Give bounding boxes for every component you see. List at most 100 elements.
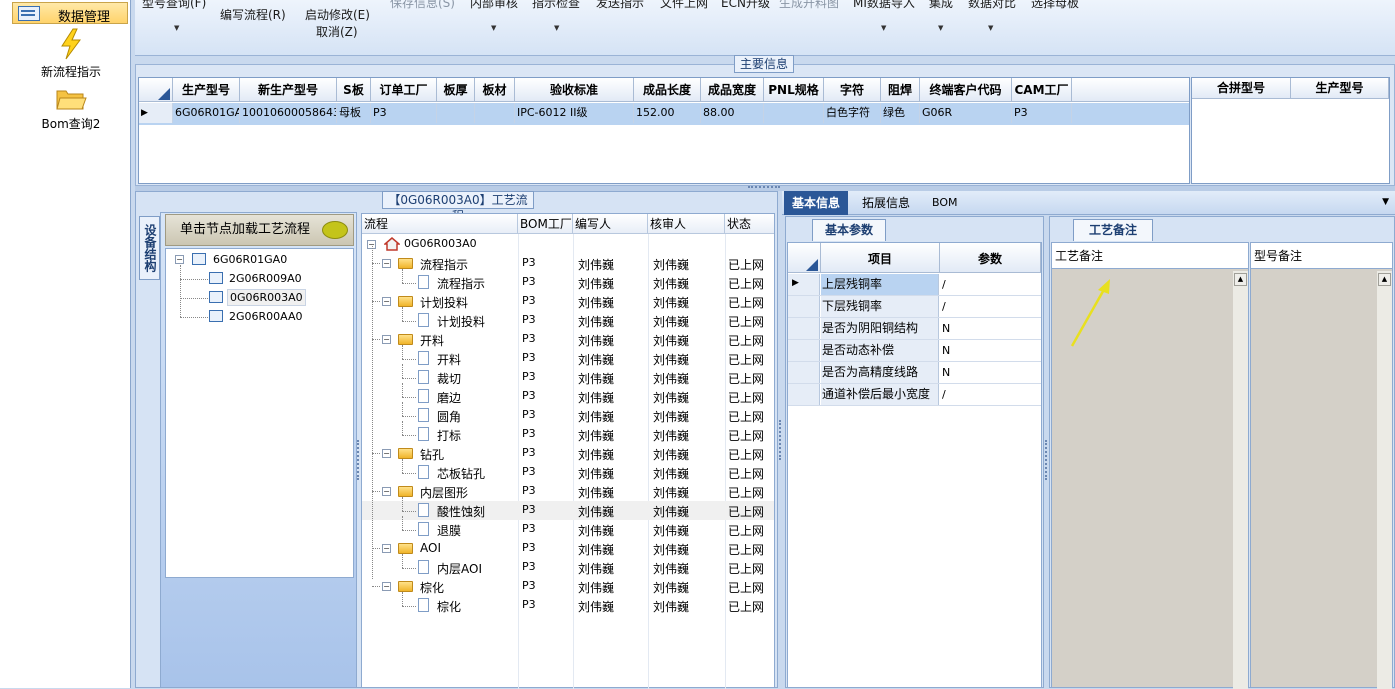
col-header[interactable]: 成品长度 bbox=[634, 78, 701, 102]
param-row[interactable]: 是否为高精度线路 N bbox=[788, 362, 1041, 384]
table-cell[interactable]: G06R bbox=[920, 103, 1012, 123]
toolbar-integrate[interactable]: 集成 bbox=[929, 0, 953, 11]
scroll-up-icon[interactable]: ▲ bbox=[1378, 273, 1391, 286]
collapse-icon[interactable]: − bbox=[175, 255, 184, 264]
col-header[interactable]: S板 bbox=[337, 78, 371, 102]
table-cell[interactable]: 152.00 bbox=[634, 103, 701, 123]
flow-row[interactable]: 计划投料 P3 刘伟巍 刘伟巍 已上网 bbox=[362, 307, 774, 330]
table-cell[interactable] bbox=[475, 103, 515, 123]
table-cell[interactable]: 白色字符 bbox=[824, 103, 881, 123]
col-header[interactable]: 参数 bbox=[940, 243, 1041, 273]
flow-row[interactable]: 圆角 P3 刘伟巍 刘伟巍 已上网 bbox=[362, 402, 774, 425]
flow-row[interactable]: − 棕化 P3 刘伟巍 刘伟巍 已上网 bbox=[362, 577, 774, 596]
col-header[interactable]: 编写人 bbox=[573, 214, 648, 234]
flow-row[interactable]: 裁切 P3 刘伟巍 刘伟巍 已上网 bbox=[362, 364, 774, 387]
table-cell[interactable]: P3 bbox=[1012, 103, 1072, 123]
param-row[interactable]: 通道补偿后最小宽度 / bbox=[788, 384, 1041, 406]
scroll-up-icon[interactable]: ▲ bbox=[1234, 273, 1247, 286]
col-header[interactable]: 板材 bbox=[475, 78, 515, 102]
col-header[interactable]: 板厚 bbox=[437, 78, 475, 102]
param-value[interactable]: N bbox=[940, 340, 950, 361]
toolbar-write-flow[interactable]: 编写流程(R) bbox=[220, 6, 286, 23]
param-value[interactable]: / bbox=[940, 274, 946, 295]
col-header[interactable]: 生产型号 bbox=[1291, 78, 1389, 99]
scrollbar[interactable]: ▲ bbox=[1377, 271, 1392, 689]
table-cell[interactable] bbox=[437, 103, 475, 123]
tab-extended-info[interactable]: 拓展信息 bbox=[854, 191, 918, 215]
vertical-tab-structure[interactable]: 设备结构 bbox=[139, 216, 160, 280]
flow-row[interactable]: 打标 P3 刘伟巍 刘伟巍 已上网 bbox=[362, 421, 774, 444]
table-row[interactable]: ▶ 6G06R01GA0 10010600058643 母板 P3 IPC-60… bbox=[139, 103, 1189, 125]
nav-item-bom-query[interactable]: Bom查询2 bbox=[14, 86, 128, 132]
col-header[interactable]: 成品宽度 bbox=[701, 78, 764, 102]
toolbar-data-compare[interactable]: 数据对比 bbox=[968, 0, 1016, 11]
table-cell[interactable]: IPC-6012 II级 bbox=[515, 103, 634, 123]
col-header[interactable]: 生产型号 bbox=[173, 78, 240, 102]
flow-row[interactable]: − 内层图形 P3 刘伟巍 刘伟巍 已上网 bbox=[362, 482, 774, 501]
table-cell[interactable]: 绿色 bbox=[881, 103, 920, 123]
col-header[interactable]: 项目 bbox=[821, 243, 940, 273]
scrollbar[interactable]: ▲ bbox=[1233, 271, 1248, 689]
table-cell[interactable]: 6G06R01GA0 bbox=[173, 103, 240, 123]
flow-row[interactable]: 流程指示 P3 刘伟巍 刘伟巍 已上网 bbox=[362, 269, 774, 292]
toolbar-file-online[interactable]: 文件上网 bbox=[660, 0, 708, 11]
flow-row[interactable]: − 钻孔 P3 刘伟巍 刘伟巍 已上网 bbox=[362, 444, 774, 463]
col-header[interactable]: 流程 bbox=[362, 214, 518, 234]
flow-row[interactable]: − 开料 P3 刘伟巍 刘伟巍 已上网 bbox=[362, 330, 774, 349]
toolbar-cutting-chart[interactable]: 生成开料图 bbox=[779, 0, 839, 11]
toolbar-ecn-upgrade[interactable]: ECN升级 bbox=[721, 0, 770, 11]
col-header[interactable]: 阻焊 bbox=[881, 78, 920, 102]
col-header[interactable]: BOM工厂 bbox=[518, 214, 573, 234]
collapse-icon[interactable]: − bbox=[382, 544, 391, 553]
param-row[interactable]: 下层残铜率 / bbox=[788, 296, 1041, 318]
collapse-icon[interactable]: − bbox=[382, 449, 391, 458]
chevron-down-icon[interactable]: ▼ bbox=[881, 24, 886, 32]
col-header[interactable]: 合拼型号 bbox=[1192, 78, 1291, 99]
collapse-icon[interactable]: − bbox=[382, 259, 391, 268]
tree-node-child[interactable]: 2G06R009A0 bbox=[229, 272, 302, 285]
table-cell[interactable]: 88.00 bbox=[701, 103, 764, 123]
flow-row[interactable]: 磨边 P3 刘伟巍 刘伟巍 已上网 bbox=[362, 383, 774, 406]
tree-node-child-selected[interactable]: 0G06R003A0 bbox=[227, 289, 306, 306]
tree-node-root[interactable]: 6G06R01GA0 bbox=[213, 253, 287, 266]
toolbar-instruction-check[interactable]: 指示检查 bbox=[532, 0, 580, 11]
toolbar-mi-import[interactable]: MI数据导入 bbox=[853, 0, 915, 11]
table-cell[interactable]: P3 bbox=[371, 103, 437, 123]
flow-row[interactable]: 退膜 P3 刘伟巍 刘伟巍 已上网 bbox=[362, 516, 774, 539]
model-remark-box[interactable]: 型号备注 ▲ bbox=[1250, 242, 1393, 689]
col-header[interactable]: 验收标准 bbox=[515, 78, 634, 102]
param-value[interactable]: / bbox=[940, 384, 946, 405]
param-row[interactable]: 是否动态补偿 N bbox=[788, 340, 1041, 362]
flow-root-row[interactable]: − 0G06R003A0 bbox=[362, 235, 774, 254]
nav-header-data-management[interactable]: 数据管理 bbox=[12, 2, 128, 25]
col-header[interactable]: PNL规格 bbox=[764, 78, 824, 102]
table-cell[interactable]: 10010600058643 bbox=[240, 103, 337, 123]
basic-params-tab[interactable]: 基本参数 bbox=[812, 219, 886, 241]
nav-item-new-flow[interactable]: 新流程指示 bbox=[14, 28, 128, 80]
collapse-icon[interactable]: − bbox=[382, 582, 391, 591]
toolbar-model-query[interactable]: 型号查询(F) bbox=[142, 0, 206, 11]
toolbar-save-info[interactable]: 保存信息(S) bbox=[390, 0, 455, 11]
splitter-grip-icon[interactable] bbox=[748, 186, 780, 189]
collapse-icon[interactable]: − bbox=[382, 297, 391, 306]
flow-row[interactable]: − 计划投料 P3 刘伟巍 刘伟巍 已上网 bbox=[362, 292, 774, 311]
param-value[interactable]: N bbox=[940, 362, 950, 383]
table-cell[interactable]: 母板 bbox=[337, 103, 371, 123]
splitter-grip-icon[interactable] bbox=[779, 420, 783, 460]
param-row[interactable]: ▶ 上层残铜率 / bbox=[788, 274, 1041, 296]
collapse-icon[interactable]: − bbox=[382, 487, 391, 496]
chevron-down-icon[interactable]: ▼ bbox=[554, 24, 559, 32]
col-header[interactable]: 新生产型号 bbox=[240, 78, 337, 102]
flow-row[interactable]: 棕化 P3 刘伟巍 刘伟巍 已上网 bbox=[362, 592, 774, 615]
table-cell[interactable] bbox=[764, 103, 824, 123]
chevron-down-icon[interactable]: ▼ bbox=[174, 24, 179, 32]
flow-row[interactable]: − 流程指示 P3 刘伟巍 刘伟巍 已上网 bbox=[362, 254, 774, 273]
toolbar-internal-review[interactable]: 内部审核 bbox=[470, 0, 518, 11]
tab-basic-info[interactable]: 基本信息 bbox=[784, 191, 849, 215]
remarks-tab[interactable]: 工艺备注 bbox=[1073, 219, 1153, 241]
chevron-down-icon[interactable]: ▼ bbox=[988, 24, 993, 32]
speech-bubble-icon[interactable] bbox=[322, 221, 348, 239]
flow-row[interactable]: − AOI P3 刘伟巍 刘伟巍 已上网 bbox=[362, 539, 774, 558]
col-header[interactable]: 字符 bbox=[824, 78, 881, 102]
collapse-icon[interactable]: − bbox=[382, 335, 391, 344]
